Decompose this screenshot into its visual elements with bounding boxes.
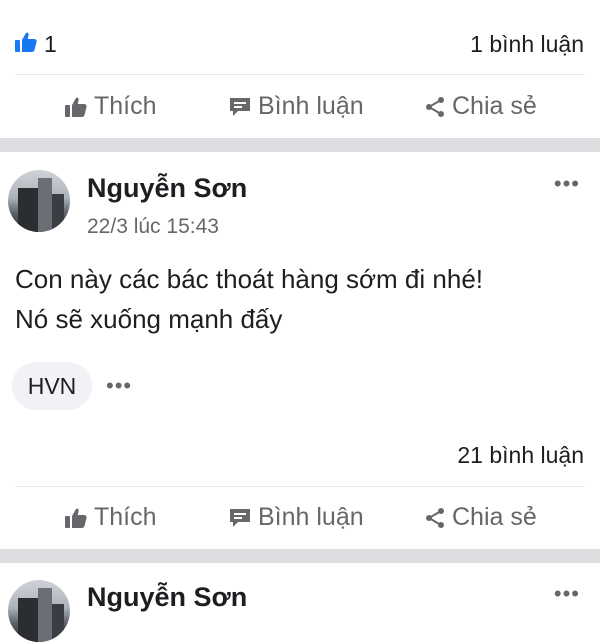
post-text-line-1: Con này các bác thoát hàng sớm đi nhé! (15, 264, 483, 294)
post-timestamp[interactable]: 22/3 lúc 15:43 (87, 215, 219, 239)
divider (15, 74, 585, 75)
share-button[interactable]: Chia sẻ (424, 503, 537, 532)
avatar[interactable] (8, 170, 70, 232)
like-button[interactable]: Thích (64, 503, 157, 532)
more-options-button[interactable]: ••• (554, 581, 580, 607)
post-separator (0, 138, 600, 152)
post-text-line-2: Nó sẽ xuống mạnh đấy (15, 304, 283, 334)
comment-count-top[interactable]: 1 bình luận (470, 31, 584, 58)
comment-label: Bình luận (258, 503, 364, 531)
share-label: Chia sẻ (452, 503, 537, 531)
comment-count[interactable]: 21 bình luận (457, 442, 584, 469)
comment-button[interactable]: Bình luận (228, 92, 364, 121)
share-icon (424, 507, 446, 529)
author-name[interactable]: Nguyễn Sơn (87, 173, 247, 204)
tag-more-button[interactable]: ••• (106, 373, 132, 399)
like-label: Thích (94, 92, 157, 120)
share-icon (424, 96, 446, 118)
comment-button[interactable]: Bình luận (228, 503, 364, 532)
comment-icon (228, 96, 252, 118)
comment-icon (228, 507, 252, 529)
divider (15, 486, 585, 487)
like-count: 1 (44, 31, 57, 57)
author-name[interactable]: Nguyễn Sơn (87, 582, 247, 613)
comment-label: Bình luận (258, 92, 364, 120)
stock-tag[interactable]: HVN (12, 362, 92, 410)
like-button[interactable]: Thích (64, 92, 157, 121)
share-button[interactable]: Chia sẻ (424, 92, 537, 121)
more-options-button[interactable]: ••• (554, 171, 580, 197)
share-label: Chia sẻ (452, 92, 537, 120)
avatar[interactable] (8, 580, 70, 642)
thumbs-up-icon (64, 96, 88, 118)
like-reaction-icon (14, 31, 38, 58)
thumbs-up-icon (64, 507, 88, 529)
like-label: Thích (94, 503, 157, 531)
like-summary[interactable]: 1 (14, 31, 57, 58)
post-separator (0, 549, 600, 563)
